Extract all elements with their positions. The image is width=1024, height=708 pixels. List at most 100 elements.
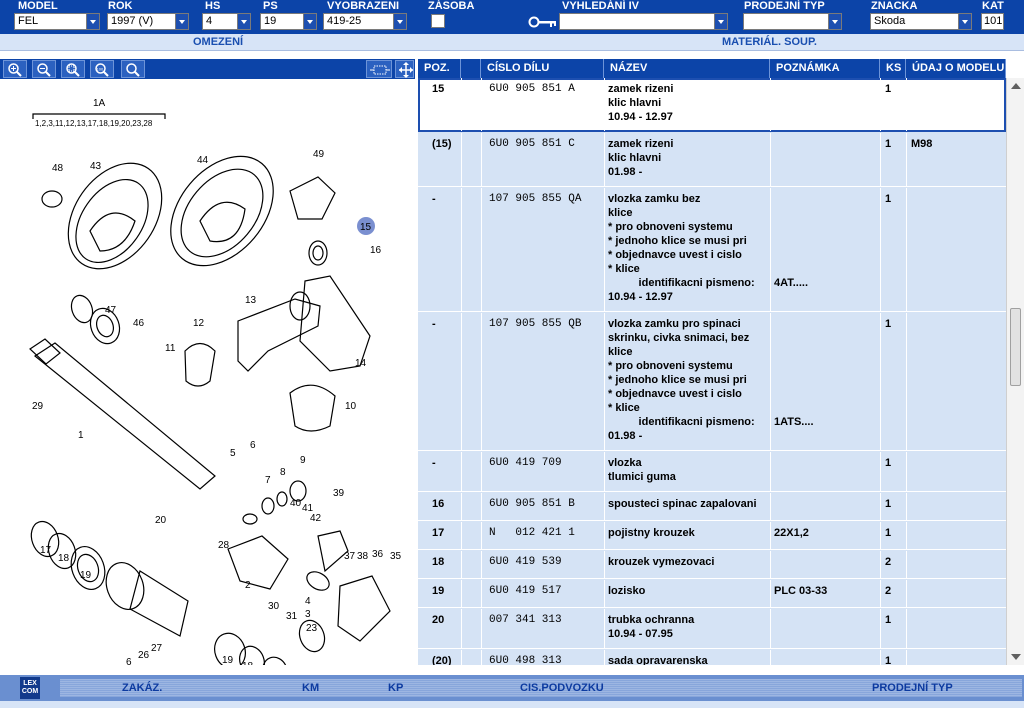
cell-poz: 16 xyxy=(432,498,445,510)
chevron-down-icon[interactable] xyxy=(958,14,971,29)
column-divider xyxy=(906,313,907,450)
column-header-udaj[interactable]: ÚDAJ O MODELU xyxy=(906,59,1006,78)
column-divider xyxy=(481,551,482,578)
model-select[interactable]: FEL xyxy=(14,13,100,30)
vyobrazeni-value: 419-25 xyxy=(327,15,362,27)
column-divider xyxy=(906,522,907,549)
zasoba-checkbox[interactable] xyxy=(431,14,445,28)
table-row[interactable]: (20) 6U0 498 313 sada opravarenska trubka … xyxy=(418,650,1006,665)
vyobrazeni-select[interactable]: 419-25 xyxy=(323,13,407,30)
callout-label: 18 xyxy=(58,553,70,564)
prodejni-typ-select[interactable] xyxy=(743,13,842,30)
table-row[interactable]: 19 6U0 419 517 lozisko PLC 03-33 2 xyxy=(418,580,1006,608)
column-header-nazev[interactable]: NÁZEV xyxy=(604,59,770,78)
zasoba-label: ZÁSOBA xyxy=(428,0,475,12)
scroll-up-icon[interactable] xyxy=(1011,83,1021,89)
callout-label: 31 xyxy=(286,611,298,622)
table-row[interactable]: (15) 6U0 905 851 C zamek rizeni klic hlavn… xyxy=(418,133,1006,187)
rok-select[interactable]: 1997 (V) xyxy=(107,13,189,30)
key-icon[interactable] xyxy=(528,15,558,29)
column-divider xyxy=(880,188,881,311)
vertical-scrollbar[interactable] xyxy=(1006,78,1024,665)
diagram-toolbar: 100 xyxy=(0,59,415,79)
chevron-down-icon[interactable] xyxy=(86,14,99,29)
table-row[interactable]: - 107 905 855 QB vlozka zamku pro spinaci … xyxy=(418,313,1006,451)
ps-select[interactable]: 19 xyxy=(260,13,317,30)
column-divider xyxy=(770,133,771,186)
column-header-cislo[interactable]: CÍSLO DÍLU xyxy=(481,59,604,78)
cell-cislo: 6U0 419 539 xyxy=(489,556,562,568)
column-divider xyxy=(770,522,771,549)
zoom-out-button[interactable] xyxy=(32,60,56,78)
cell-cislo: 6U0 419 709 xyxy=(489,457,562,469)
scroll-down-icon[interactable] xyxy=(1011,654,1021,660)
zoom-out-icon xyxy=(37,63,51,77)
callout-label: 10 xyxy=(345,401,357,412)
cell-poz: - xyxy=(432,193,436,205)
kp-button[interactable]: KP xyxy=(388,682,403,694)
exploded-parts-diagram[interactable]: 1A 1,2,3,11,12,13,17,18,19,20,23,28 48 4… xyxy=(0,81,415,665)
callout-label[interactable]: 15 xyxy=(360,222,372,233)
column-divider xyxy=(604,551,605,578)
parts-table-pane: POZ. CÍSLO DÍLU NÁZEV POZNÁMKA KS ÚDAJ O… xyxy=(418,59,1024,665)
cell-cislo: 6U0 419 517 xyxy=(489,585,562,597)
column-header-ks[interactable]: KS xyxy=(880,59,906,78)
cell-cislo: 107 905 855 QB xyxy=(489,318,582,330)
hs-select[interactable]: 4 xyxy=(202,13,251,30)
zoom-100-button[interactable]: 100 xyxy=(90,60,114,78)
chevron-down-icon[interactable] xyxy=(303,14,316,29)
column-divider xyxy=(461,313,462,450)
zakaz-button[interactable]: ZAKÁZ. xyxy=(122,682,162,694)
table-row[interactable]: 20 007 341 313 trubka ochranna 10.94 - 07.… xyxy=(418,609,1006,649)
column-header-poznamka[interactable]: POZNÁMKA xyxy=(770,59,880,78)
callout-label: 9 xyxy=(300,455,306,466)
callout-label: 6 xyxy=(250,440,256,451)
chevron-down-icon[interactable] xyxy=(237,14,250,29)
cell-poz: - xyxy=(432,457,436,469)
column-divider xyxy=(461,580,462,607)
table-row[interactable]: 18 6U0 419 539 krouzek vymezovaci 2 xyxy=(418,551,1006,579)
callout-label: 12 xyxy=(193,318,205,329)
chevron-down-icon[interactable] xyxy=(714,14,727,29)
material-label[interactable]: MATERIÁL. SOUP. xyxy=(722,36,817,48)
callout-label: 13 xyxy=(245,295,257,306)
svg-text:100: 100 xyxy=(97,67,104,72)
column-divider xyxy=(770,452,771,491)
fit-button[interactable] xyxy=(366,60,392,78)
callout-label: 19 xyxy=(222,655,234,665)
cis-podvozku-button[interactable]: CIS.PODVOZKU xyxy=(520,682,604,694)
chevron-down-icon[interactable] xyxy=(828,14,841,29)
table-row[interactable]: 16 6U0 905 851 B spousteci spinac zapalova… xyxy=(418,493,1006,521)
kat-label: KAT xyxy=(982,0,1004,12)
column-header-poz[interactable]: POZ. xyxy=(418,59,461,78)
diagram-pane: 100 1A 1,2,3,11,12,13,17,18,19,20,23,28 … xyxy=(0,59,415,665)
cell-ks: 2 xyxy=(885,585,892,597)
cell-cislo: 6U0 905 851 B xyxy=(489,498,575,510)
omezeni-label[interactable]: OMEZENÍ xyxy=(193,36,243,48)
fit-icon xyxy=(370,65,390,75)
chevron-down-icon[interactable] xyxy=(175,14,188,29)
table-row-selected[interactable]: 15 6U0 905 851 A zamek rizeni klic hlavni … xyxy=(418,78,1006,132)
cell-ks: 1 xyxy=(885,498,892,510)
footer-strip xyxy=(0,701,1024,708)
ps-label: PS xyxy=(263,0,278,12)
km-button[interactable]: KM xyxy=(302,682,319,694)
table-row[interactable]: - 6U0 419 709 vlozka tlumici guma 1 xyxy=(418,452,1006,492)
search-button[interactable] xyxy=(121,60,145,78)
cell-nazev: zamek rizeni klic hlavni 01.98 - xyxy=(608,138,674,178)
zoom-in-button[interactable] xyxy=(3,60,27,78)
cell-nazev: zamek rizeni klic hlavni 10.94 - 12.97 xyxy=(608,83,674,123)
prodejni-typ-label: PRODEJNÍ TYP xyxy=(744,0,825,12)
column-divider xyxy=(770,580,771,607)
move-button[interactable] xyxy=(395,60,414,78)
prodejni-typ-button[interactable]: PRODEJNÍ TYP xyxy=(872,682,953,694)
scrollbar-thumb[interactable] xyxy=(1010,308,1021,386)
zoom-area-button[interactable] xyxy=(61,60,85,78)
table-row[interactable]: 17 N 012 421 1 pojistny krouzek 22X1,2 1 xyxy=(418,522,1006,550)
vyhledani-select[interactable] xyxy=(559,13,728,30)
chevron-down-icon[interactable] xyxy=(393,14,406,29)
column-divider xyxy=(604,188,605,311)
kat-field[interactable]: 101 xyxy=(981,13,1004,30)
znacka-select[interactable]: Skoda xyxy=(870,13,972,30)
table-row[interactable]: - 107 905 855 QA vlozka zamku bez klice * … xyxy=(418,188,1006,312)
